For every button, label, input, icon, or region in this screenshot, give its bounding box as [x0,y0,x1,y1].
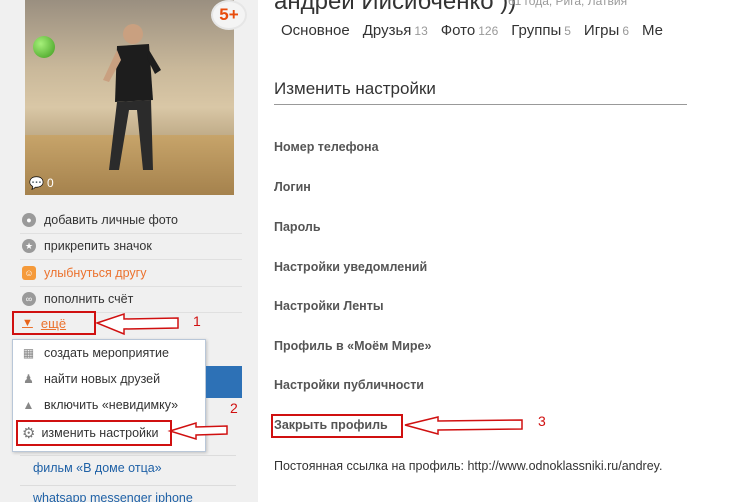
settings-login[interactable]: Логин [274,180,311,194]
photo-comments[interactable]: 💬 0 [29,176,54,190]
tab-label: Ме [642,22,664,39]
tab-main[interactable]: Основное [281,22,350,39]
settings-my-world[interactable]: Профиль в «Моём Мире» [274,339,431,353]
dd-change-settings-label: изменить настройки [41,426,159,440]
settings-title: Изменить настройки [274,79,436,98]
permalink: Постоянная ссылка на профиль: http://www… [274,459,662,473]
bowling-ball [33,36,55,58]
tab-friends[interactable]: Друзья 13 [363,22,428,39]
tab-more[interactable]: Ме [642,22,663,39]
profile-tabs: Основное Друзья 13 Фото 126 Группы 5 Игры 6 … [281,22,676,39]
annotation-number-2: 2 [230,400,238,416]
settings-feed[interactable]: Настройки Ленты [274,299,384,313]
menu-pin-badge[interactable]: ★ прикрепить значок [20,234,242,260]
tab-photo[interactable]: Фото 126 [441,22,499,39]
tab-label: Игры [583,22,620,39]
photo-person [103,24,161,170]
dd-create-event[interactable]: ▦ создать мероприятие [13,340,205,366]
settings-password[interactable]: Пароль [274,220,321,234]
person-icon: ♟ [23,372,34,386]
link-whatsapp[interactable]: whatsapp messenger iphone [33,491,193,502]
comment-icon: 💬 [29,176,44,190]
more-label: ещё [40,315,67,331]
badge-5plus[interactable]: 5+ [211,0,247,30]
tab-groups[interactable]: Группы 5 [511,22,571,39]
profile-photo[interactable] [25,0,234,195]
settings-publicity[interactable]: Настройки публичности [274,378,424,392]
dd-change-settings[interactable]: ⚙ изменить настройки [16,420,172,446]
tab-games[interactable]: Игры 6 [584,22,629,39]
comment-count: 0 [46,176,54,190]
triangle-down-icon: ▼ [22,317,33,329]
dd-find-friends-label: найти новых друзей [44,372,161,386]
dd-invisible-label: включить «невидимку» [44,398,179,412]
sidebar-menu: ● добавить личные фото ★ прикрепить знач… [20,207,242,313]
camera-icon: ● [22,212,36,227]
menu-smile[interactable]: ☺ улыбнуться другу [20,260,242,287]
more-button[interactable]: ▼ ещё [12,311,96,335]
dd-create-event-label: создать мероприятие [44,346,169,360]
tab-count: 13 [414,24,428,38]
list-divider [20,455,236,456]
arrow-3 [404,416,523,435]
tab-label: Друзья [362,22,412,39]
list-divider [20,485,236,486]
tab-count: 5 [564,24,571,38]
blue-banner [206,366,242,398]
tab-label: Фото [440,22,476,39]
permalink-url[interactable]: http://www.odnoklassniki.ru/andrey. [467,459,662,473]
tab-label: Группы [511,22,562,39]
ok-coin-icon: ∞ [22,292,36,307]
star-icon: ★ [22,239,36,254]
tab-count: 126 [478,24,499,38]
permalink-label: Постоянная ссылка на профиль: [274,459,464,473]
profile-subtitle: 61 года, Рига, Латвия [508,0,628,8]
menu-add-photo-label: добавить личные фото [44,212,179,227]
hat-icon: ▲ [22,398,35,412]
menu-topup[interactable]: ∞ пополнить счёт [20,287,242,313]
close-profile-highlight [271,414,403,438]
calendar-icon: ▦ [22,346,35,360]
settings-divider [274,104,687,105]
dd-invisible[interactable]: ▲ включить «невидимку» [13,392,205,418]
smile-icon: ☺ [22,265,36,280]
settings-phone[interactable]: Номер телефона [274,140,379,154]
annotation-number-3: 3 [538,413,546,429]
dd-find-friends[interactable]: ♟ найти новых друзей [13,366,205,392]
menu-topup-label: пополнить счёт [44,292,134,307]
menu-pin-badge-label: прикрепить значок [44,239,152,254]
link-film[interactable]: фильм «В доме отца» [33,461,162,475]
menu-smile-label: улыбнуться другу [44,265,147,280]
profile-name[interactable]: андрей Иисибченко )) [274,0,516,16]
menu-add-photo[interactable]: ● добавить личные фото [20,207,242,234]
gear-icon: ⚙ [22,425,36,442]
tab-label: Основное [281,22,350,39]
settings-notifications[interactable]: Настройки уведомлений [274,260,427,274]
annotation-number-1: 1 [193,313,201,329]
tab-count: 6 [622,24,629,38]
